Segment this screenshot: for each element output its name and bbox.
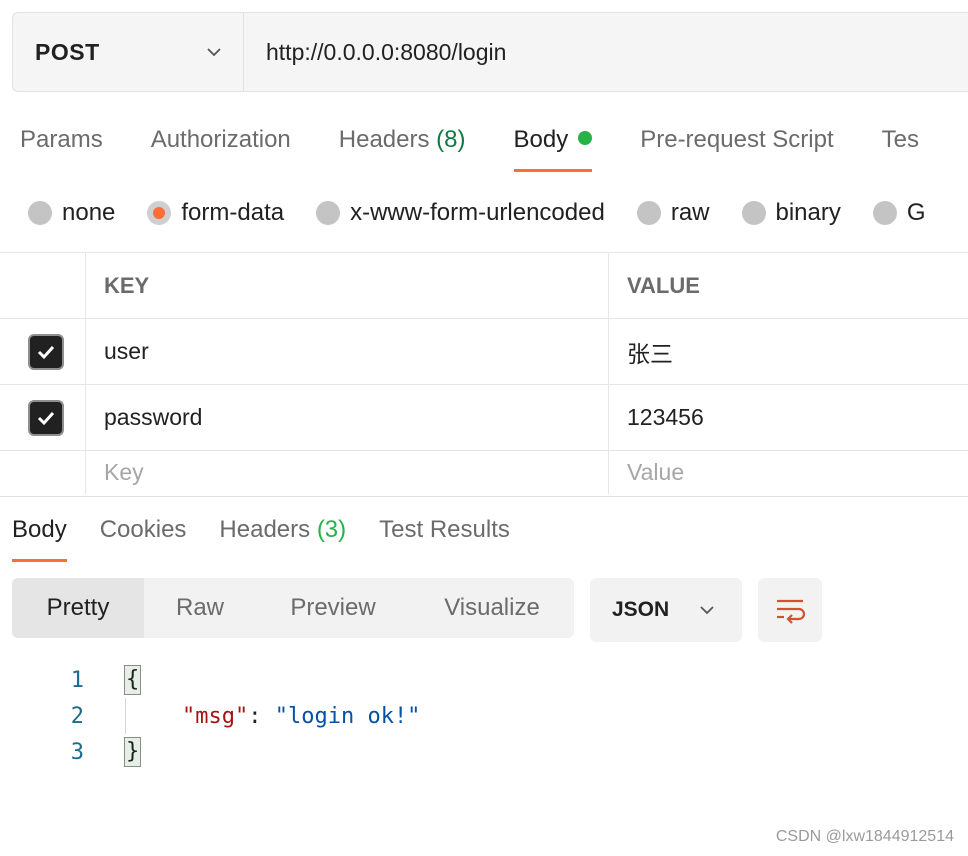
mode-binary[interactable]: binary [741, 199, 841, 227]
checkmark-icon [37, 345, 55, 359]
mode-graphql[interactable]: G [872, 199, 926, 227]
headers-count: (8) [436, 126, 466, 153]
format-label: JSON [612, 598, 670, 621]
watermark: CSDN @lxw1844912514 [775, 828, 954, 845]
wrap-lines-button[interactable] [758, 578, 822, 642]
tab-headers[interactable]: Headers (8) [339, 116, 466, 172]
open-brace: { [124, 665, 142, 695]
radio-form-data[interactable] [147, 201, 172, 225]
json-value: "login ok!" [274, 703, 421, 729]
line-number: 3 [70, 739, 84, 765]
response-code-viewer[interactable]: 1 { 2 "msg": "login ok!" 3 } [0, 662, 420, 770]
tab-authorization[interactable]: Authorization [151, 116, 291, 172]
mode-none[interactable]: none [28, 199, 115, 227]
radio-raw[interactable] [636, 201, 661, 225]
table-row: password 123456 [0, 384, 968, 450]
view-raw-button[interactable]: Raw [144, 578, 256, 638]
url-input[interactable]: http://0.0.0.0:8080/login [244, 13, 968, 91]
request-tabs: Params Authorization Headers (8) Body Pr… [20, 116, 967, 174]
radio-urlencoded[interactable] [316, 201, 341, 225]
mode-form-data[interactable]: form-data [147, 199, 284, 227]
response-headers-count: (3) [316, 516, 347, 543]
chevron-down-icon [207, 48, 221, 57]
tab-response-cookies[interactable]: Cookies [100, 506, 187, 562]
wrap-lines-icon [777, 599, 806, 624]
new-key-input[interactable]: Key [86, 451, 609, 494]
close-brace: } [124, 737, 142, 767]
tab-pre-request-script[interactable]: Pre-request Script [640, 116, 833, 172]
response-tabs: Body Cookies Headers (3) Test Results [12, 506, 543, 562]
indent-guide [125, 698, 126, 734]
key-cell[interactable]: password [86, 385, 609, 450]
method-select[interactable]: POST [13, 13, 244, 91]
row-checkbox[interactable] [28, 333, 64, 370]
table-row-new: Key Value [0, 450, 968, 494]
view-visualize-button[interactable]: Visualize [410, 578, 574, 638]
radio-binary[interactable] [741, 201, 766, 225]
row-checkbox[interactable] [28, 399, 64, 436]
form-data-table: KEY VALUE user 张三 password 123456 Key Va… [0, 252, 968, 494]
table-header: KEY VALUE [0, 252, 968, 318]
value-cell[interactable]: 张三 [609, 319, 968, 384]
json-key: "msg" [182, 703, 249, 729]
tab-response-body[interactable]: Body [12, 506, 67, 562]
view-preview-button[interactable]: Preview [256, 578, 410, 638]
code-line: 2 "msg": "login ok!" [0, 698, 421, 734]
chevron-down-icon [700, 606, 714, 615]
tab-tests[interactable]: Tes [882, 116, 919, 172]
mode-raw[interactable]: raw [636, 199, 710, 227]
code-line: 1 { [0, 662, 420, 698]
mode-urlencoded[interactable]: x-www-form-urlencoded [316, 199, 605, 227]
response-view-toggle: Pretty Raw Preview Visualize [12, 578, 574, 638]
body-mode-options: none form-data x-www-form-urlencoded raw… [28, 196, 958, 230]
radio-graphql[interactable] [872, 201, 897, 225]
method-label: POST [35, 38, 100, 65]
format-select[interactable]: JSON [590, 578, 742, 642]
value-cell[interactable]: 123456 [609, 385, 968, 450]
json-colon: : [248, 703, 275, 729]
radio-none[interactable] [28, 201, 52, 225]
column-header-key: KEY [86, 253, 609, 318]
request-bar: POST http://0.0.0.0:8080/login [12, 12, 968, 92]
checkmark-icon [37, 411, 55, 425]
column-header-value: VALUE [627, 272, 700, 298]
new-value-input[interactable]: Value [609, 451, 968, 494]
pane-divider[interactable] [0, 496, 968, 497]
tab-test-results[interactable]: Test Results [379, 506, 510, 562]
line-number: 2 [70, 703, 84, 729]
tab-response-headers[interactable]: Headers (3) [219, 506, 346, 562]
code-line: 3 } [0, 734, 420, 770]
view-pretty-button[interactable]: Pretty [12, 578, 144, 638]
tab-params[interactable]: Params [20, 116, 103, 172]
key-cell[interactable]: user [86, 319, 609, 384]
line-number: 1 [70, 667, 84, 693]
tab-body[interactable]: Body [513, 116, 593, 172]
body-indicator-dot [578, 131, 593, 145]
table-row: user 张三 [0, 318, 968, 384]
